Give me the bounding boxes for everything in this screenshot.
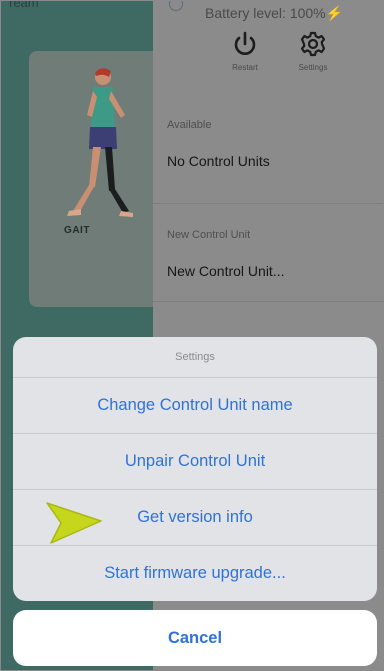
gait-card-label: GAIT xyxy=(64,225,90,236)
new-control-unit-item[interactable]: New Control Unit... xyxy=(167,263,284,279)
start-firmware-upgrade-button[interactable]: Start firmware upgrade... xyxy=(13,545,377,601)
pointer-arrow-icon xyxy=(46,502,102,544)
settings-label: Settings xyxy=(298,63,328,72)
available-value: No Control Units xyxy=(167,153,270,169)
change-control-unit-name-button[interactable]: Change Control Unit name xyxy=(13,377,377,433)
unpair-control-unit-button[interactable]: Unpair Control Unit xyxy=(13,433,377,489)
left-top-text: ream xyxy=(9,0,39,10)
app-screen: ream GAIT Battery level: 100%⚡ Restart S… xyxy=(0,0,384,671)
status-indicator-icon xyxy=(169,1,183,11)
walking-figure-icon xyxy=(67,68,133,217)
available-label: Available xyxy=(167,119,212,131)
action-sheet-title: Settings xyxy=(175,351,215,363)
divider xyxy=(153,203,383,204)
settings-button[interactable]: Settings xyxy=(283,31,343,72)
cancel-button[interactable]: Cancel xyxy=(13,610,377,666)
battery-text: Battery level: 100% xyxy=(205,5,326,21)
settings-action-sheet: Settings Change Control Unit name Unpair… xyxy=(13,337,377,601)
restart-button[interactable]: Restart xyxy=(215,31,275,72)
gear-icon xyxy=(300,31,326,57)
power-icon xyxy=(234,31,256,55)
restart-label: Restart xyxy=(232,63,258,72)
battery-status: Battery level: 100%⚡ xyxy=(205,5,343,22)
lightning-bolt-icon: ⚡ xyxy=(325,5,344,21)
divider xyxy=(153,301,383,302)
gait-card[interactable] xyxy=(29,51,153,307)
new-control-unit-label: New Control Unit xyxy=(167,229,251,241)
